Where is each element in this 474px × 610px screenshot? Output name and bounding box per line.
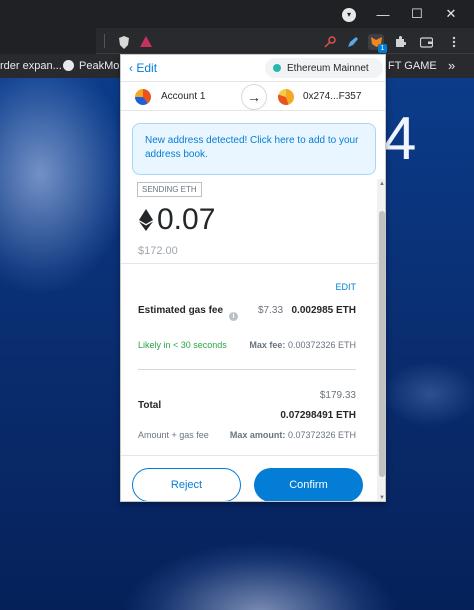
network-status-icon [273, 64, 281, 72]
close-icon[interactable]: ✕ [434, 0, 468, 28]
maximize-icon[interactable]: ☐ [400, 0, 434, 28]
bookmark-item[interactable]: FT GAME [388, 60, 437, 72]
max-fee: Max fee: 0.00372326 ETH [249, 340, 356, 350]
gas-fee-label: Estimated gas fee [138, 305, 224, 316]
from-account-name[interactable]: Account 1 [161, 91, 205, 102]
transaction-details: EDIT Estimated gas fee i $7.33 0.002985 … [121, 263, 377, 455]
from-account-avatar [135, 89, 151, 105]
total-usd: $179.33 [319, 390, 356, 401]
address-bar[interactable] [0, 28, 96, 54]
profile-dropdown-icon[interactable]: ▾ [342, 8, 356, 22]
confirm-button[interactable]: Confirm [254, 468, 363, 501]
metamask-badge: 1 [378, 44, 387, 53]
wallet-icon[interactable] [418, 34, 434, 50]
sending-summary: SENDING ETH 0.07 $172.00 [121, 179, 377, 263]
accounts-row: Account 1 → 0x274...F357 [121, 81, 385, 111]
sending-eth-tag: SENDING ETH [137, 182, 202, 197]
total-eth: 0.07298491 ETH [280, 410, 356, 421]
reject-button[interactable]: Reject [132, 468, 241, 501]
gas-time-estimate: Likely in < 30 seconds [138, 340, 227, 350]
brave-shield-icon[interactable] [116, 34, 132, 50]
send-amount-usd: $172.00 [138, 245, 178, 257]
gas-fee-usd: $7.33 [258, 305, 284, 316]
peakmonsters-icon [63, 60, 74, 71]
details-divider [138, 369, 356, 370]
info-icon[interactable]: i [229, 312, 238, 321]
browser-titlebar: ▾ — ☐ ✕ [0, 0, 474, 28]
arrow-right-icon: → [241, 84, 267, 110]
minimize-icon[interactable]: — [366, 0, 400, 28]
network-selector[interactable]: Ethereum Mainnet [265, 58, 383, 78]
metamask-popup: ‹ Edit Ethereum Mainnet Account 1 → 0x27… [120, 54, 386, 502]
toolbar-divider [104, 34, 105, 48]
clock-digit: 4 [383, 105, 417, 172]
scroll-up-icon[interactable]: ▲ [378, 181, 385, 187]
to-account-address[interactable]: 0x274...F357 [303, 91, 361, 102]
menu-icon[interactable] [446, 34, 462, 50]
amount-plus-gas-label: Amount + gas fee [138, 430, 209, 440]
edit-gas-button[interactable]: EDIT [335, 282, 356, 292]
ethereum-icon [139, 209, 153, 231]
scrollbar[interactable]: ▲ ▼ [377, 179, 385, 501]
brave-rewards-icon[interactable] [138, 34, 154, 50]
popup-header: ‹ Edit Ethereum Mainnet [121, 55, 385, 81]
bookmarks-overflow-icon[interactable]: » [448, 58, 455, 73]
bookmark-item[interactable]: rder expan... [0, 60, 62, 72]
gas-fee-eth: 0.002985 ETH [291, 305, 357, 316]
browser-toolbar: 1 [0, 28, 474, 54]
max-amount: Max amount: 0.07372326 ETH [229, 430, 356, 440]
to-account-avatar [278, 89, 294, 105]
new-address-notice[interactable]: New address detected! Click here to add … [132, 123, 376, 175]
total-label: Total [138, 400, 162, 411]
network-name: Ethereum Mainnet [287, 62, 369, 74]
action-footer: Reject Confirm [121, 455, 377, 501]
scroll-thumb[interactable] [379, 211, 385, 477]
extension-pen-icon[interactable] [345, 34, 361, 50]
extensions-puzzle-icon[interactable] [392, 34, 408, 50]
scroll-down-icon[interactable]: ▼ [378, 495, 385, 501]
send-amount: 0.07 [157, 203, 216, 236]
edit-link[interactable]: ‹ Edit [129, 61, 157, 75]
extension-key-icon[interactable] [322, 34, 338, 50]
